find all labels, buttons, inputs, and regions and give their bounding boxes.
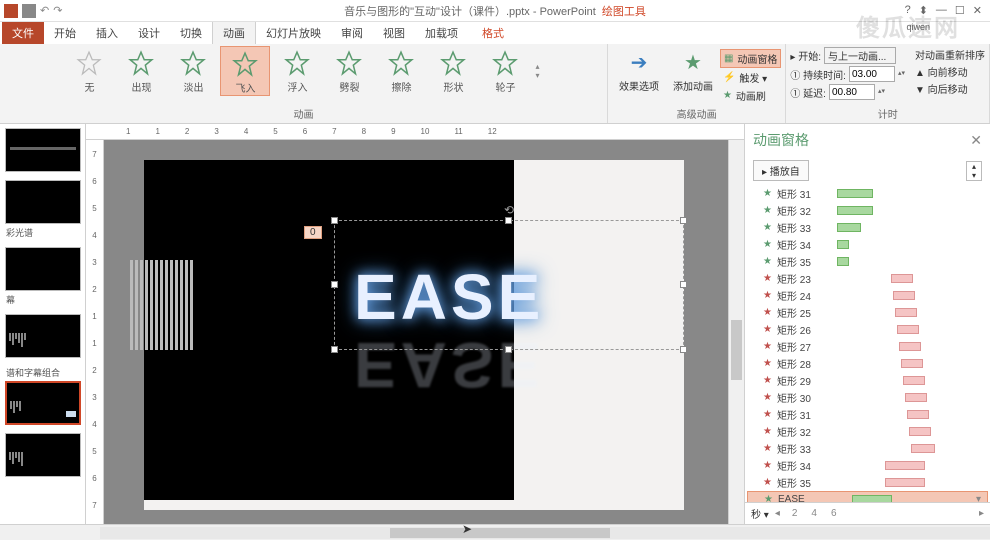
duration-input[interactable] [849, 66, 895, 82]
context-tool-label: 绘图工具 [602, 3, 646, 19]
ruler-vertical: 76543211234567 [86, 140, 104, 524]
slide-surface[interactable]: EASE EASE 0 ⟲ [144, 160, 684, 510]
duration-label: ① 持续时间: [790, 67, 846, 82]
timeline-ruler: 246 [786, 508, 973, 519]
animation-order-tag[interactable]: 0 [304, 226, 322, 239]
slide-thumbnail-panel: 彩光谱 幕 谱和字幕组合 [0, 124, 86, 524]
anim-list-item[interactable]: ★矩形 29 [747, 372, 988, 389]
slide-thumb-3[interactable] [5, 247, 81, 291]
close-icon[interactable]: ✕ [973, 4, 982, 17]
anim-wipe[interactable]: 擦除 [376, 46, 426, 96]
anim-list-item[interactable]: ★矩形 33 [747, 219, 988, 236]
slide-thumb-5[interactable] [5, 381, 81, 425]
editor-vscroll[interactable] [728, 140, 744, 524]
rotate-handle-icon[interactable]: ⟲ [504, 203, 514, 217]
tab-review[interactable]: 审阅 [331, 22, 373, 44]
delay-label: ① 延迟: [790, 85, 826, 100]
reorder-buttons[interactable]: ▴▾ [966, 161, 982, 181]
document-title: 音乐与图形的"互动"设计（课件）.pptx - PowerPoint [344, 3, 596, 19]
anim-wheel[interactable]: 轮子 [480, 46, 530, 96]
animation-painter-button[interactable]: ★动画刷 [720, 87, 781, 104]
app-icon[interactable] [4, 4, 18, 18]
anim-list-item[interactable]: ★矩形 31 [747, 406, 988, 423]
start-value[interactable]: 与上一动画... [824, 47, 896, 64]
bottom-scrollbar[interactable] [0, 524, 990, 540]
seconds-dropdown[interactable]: 秒 ▾ [751, 506, 769, 521]
delay-input[interactable] [829, 84, 875, 100]
tab-design[interactable]: 设计 [128, 22, 170, 44]
anim-fly-in[interactable]: 飞入 [220, 46, 270, 96]
anim-shape[interactable]: 形状 [428, 46, 478, 96]
anim-fade[interactable]: 淡出 [168, 46, 218, 96]
trigger-button[interactable]: ⚡触发 ▾ [720, 69, 781, 86]
anim-list-item[interactable]: ★矩形 32 [747, 202, 988, 219]
move-later-button[interactable]: ▼ 向后移动 [915, 80, 985, 97]
anim-list-item[interactable]: ★矩形 30 [747, 389, 988, 406]
anim-list-item[interactable]: ★矩形 31 [747, 185, 988, 202]
group-label-timing: 计时 [878, 106, 898, 122]
tab-addins[interactable]: 加载项 [415, 22, 468, 44]
anim-list-item[interactable]: ★矩形 32 [747, 423, 988, 440]
spectrum-bars [130, 260, 193, 350]
play-from-button[interactable]: ▸ 播放自 [753, 160, 809, 181]
ribbon-tabs: 文件 开始 插入 设计 切换 动画 幻灯片放映 审阅 视图 加载项 格式 [0, 22, 990, 44]
move-earlier-button[interactable]: ▲ 向前移动 [915, 63, 985, 80]
qat-redo-icon[interactable]: ↷ [53, 4, 62, 18]
ribbon: 无 出现 淡出 飞入 浮入 劈裂 擦除 形状 轮子 ▴▾ 动画 ➔效果选项 ★添… [0, 44, 990, 124]
main-area: 彩光谱 幕 谱和字幕组合 1123456789101112 7654321123… [0, 124, 990, 524]
cursor-icon: ➤ [462, 522, 472, 536]
anim-float-in[interactable]: 浮入 [272, 46, 322, 96]
anim-appear[interactable]: 出现 [116, 46, 166, 96]
duration-spinner[interactable]: ▴▾ [898, 71, 905, 77]
start-label: ▸ 开始: [790, 48, 821, 63]
animation-pane: 动画窗格✕ ▸ 播放自 ▴▾ ★矩形 31★矩形 32★矩形 33★矩形 34★… [744, 124, 990, 524]
delay-spinner[interactable]: ▴▾ [878, 89, 885, 95]
anim-list-item[interactable]: ★矩形 25 [747, 304, 988, 321]
group-label-animation: 动画 [293, 106, 313, 122]
tab-transition[interactable]: 切换 [170, 22, 212, 44]
animation-gallery: 无 出现 淡出 飞入 浮入 劈裂 擦除 形状 轮子 ▴▾ [64, 46, 542, 96]
tab-file[interactable]: 文件 [2, 22, 44, 44]
reorder-label: 对动画重新排序 [915, 46, 985, 63]
slide-thumb-4[interactable] [5, 314, 81, 358]
anim-list-item[interactable]: ★矩形 35 [747, 474, 988, 491]
anim-list-item[interactable]: ★矩形 23 [747, 270, 988, 287]
pane-close-icon[interactable]: ✕ [970, 132, 982, 149]
add-animation-button[interactable]: ★添加动画 [666, 46, 720, 104]
animation-pane-title: 动画窗格 [753, 130, 809, 150]
slide-editor: 1123456789101112 76543211234567 EASE EAS… [86, 124, 744, 524]
anim-list-item[interactable]: ★矩形 24 [747, 287, 988, 304]
watermark-text: 傻瓜速网 [856, 8, 960, 43]
anim-list-item[interactable]: ★矩形 34 [747, 236, 988, 253]
title-bar: ↶ ↷ 音乐与图形的"互动"设计（课件）.pptx - PowerPoint 绘… [0, 0, 990, 22]
anim-list-item[interactable]: ★矩形 28 [747, 355, 988, 372]
anim-list-item[interactable]: ★矩形 35 [747, 253, 988, 270]
tab-slideshow[interactable]: 幻灯片放映 [256, 22, 331, 44]
anim-list-item[interactable]: ★矩形 26 [747, 321, 988, 338]
effect-options-button[interactable]: ➔效果选项 [612, 46, 666, 104]
tab-animation[interactable]: 动画 [212, 21, 256, 44]
tab-home[interactable]: 开始 [44, 22, 86, 44]
slide-thumb-2[interactable] [5, 180, 81, 224]
ruler-horizontal: 1123456789101112 [86, 124, 744, 140]
anim-split[interactable]: 劈裂 [324, 46, 374, 96]
tab-format[interactable]: 格式 [472, 22, 514, 44]
qat-save-icon[interactable] [22, 4, 36, 18]
anim-none[interactable]: 无 [64, 46, 114, 96]
anim-list-item[interactable]: ★矩形 34 [747, 457, 988, 474]
anim-list-item[interactable]: ★EASE▾ [747, 491, 988, 502]
tab-insert[interactable]: 插入 [86, 22, 128, 44]
tab-view[interactable]: 视图 [373, 22, 415, 44]
animation-pane-button[interactable]: ▦动画窗格 [720, 49, 781, 68]
animation-list: ★矩形 31★矩形 32★矩形 33★矩形 34★矩形 35★矩形 23★矩形 … [745, 185, 990, 502]
selection-box[interactable]: ⟲ [334, 220, 684, 350]
anim-list-item[interactable]: ★矩形 33 [747, 440, 988, 457]
gallery-more-icon[interactable]: ▴▾ [532, 46, 542, 96]
anim-list-item[interactable]: ★矩形 27 [747, 338, 988, 355]
slide-thumb-1[interactable] [5, 128, 81, 172]
slide-thumb-6[interactable] [5, 433, 81, 477]
group-label-adv-anim: 高级动画 [677, 106, 717, 122]
qat-undo-icon[interactable]: ↶ [40, 4, 49, 18]
canvas[interactable]: EASE EASE 0 ⟲ [104, 140, 728, 524]
